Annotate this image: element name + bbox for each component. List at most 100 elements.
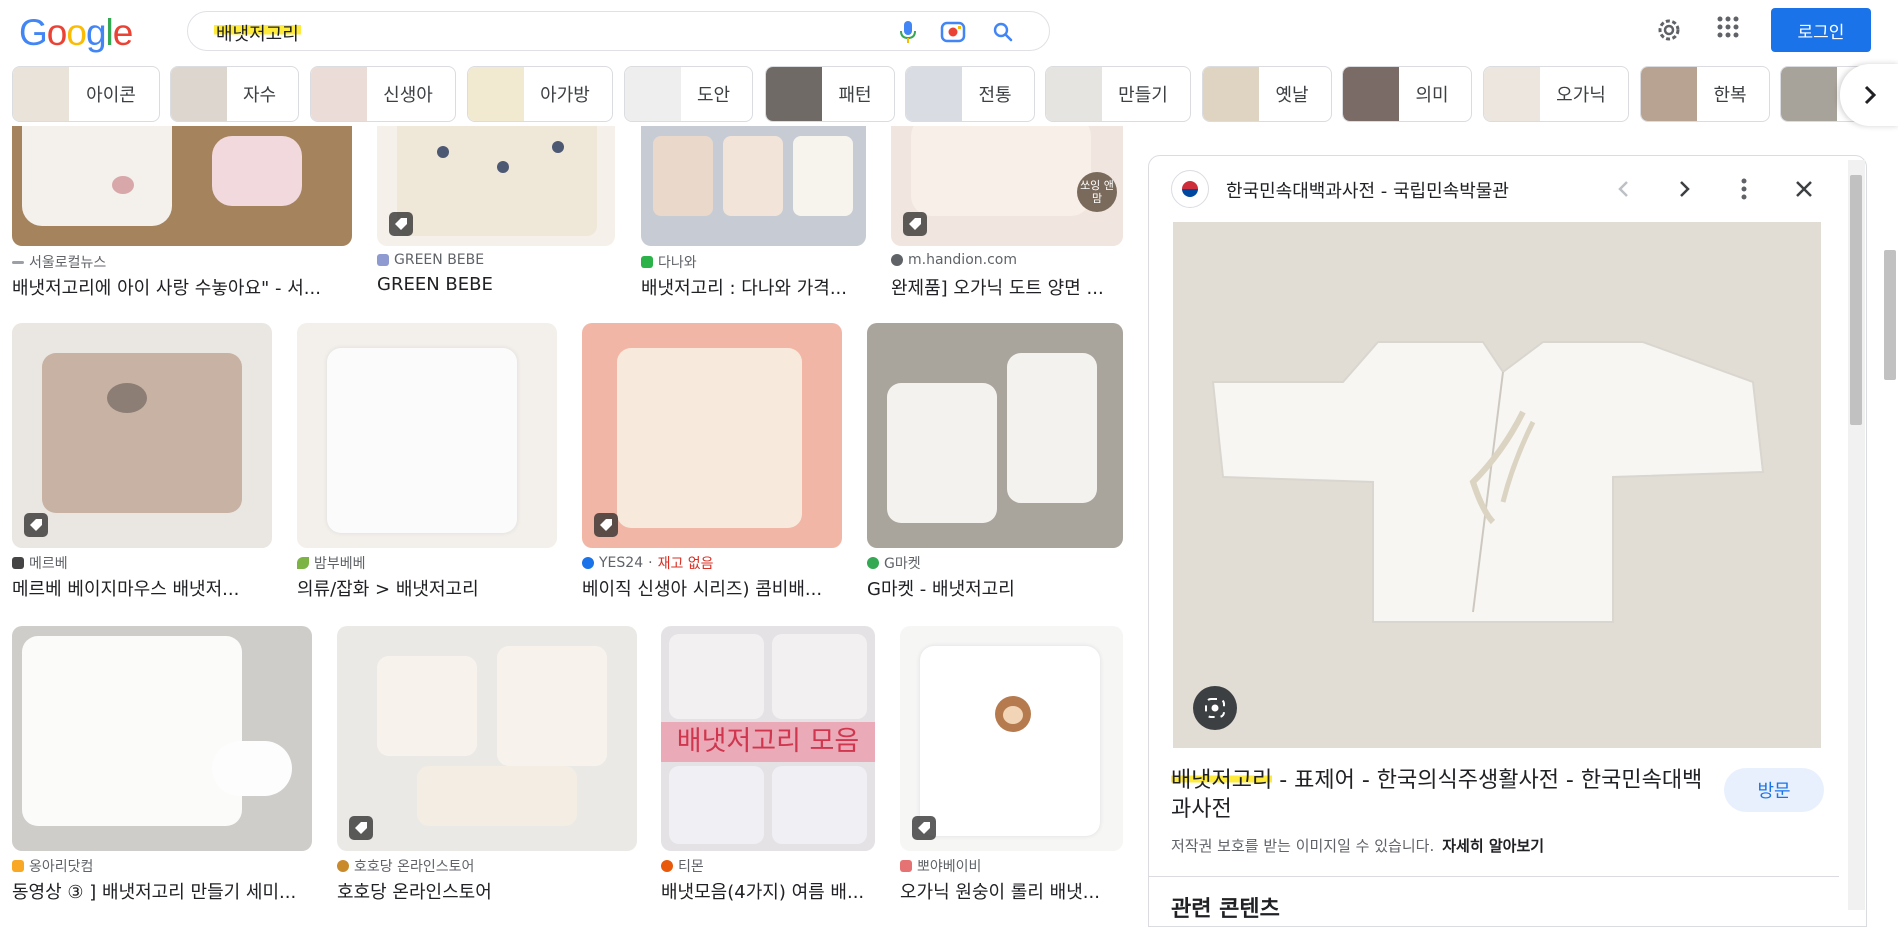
result-image[interactable] <box>12 126 352 246</box>
chip-thumbnail <box>1484 67 1540 121</box>
result-title[interactable]: 의류/잡화 > 배냇저고리 <box>297 575 557 601</box>
result-card[interactable]: 옹아리닷컴 동영상 ③ ] 배냇저고리 만들기 세미... <box>12 626 312 906</box>
result-card[interactable]: GREEN BEBE GREEN BEBE <box>377 126 615 316</box>
result-source[interactable]: m.handion.com <box>891 252 1017 268</box>
result-title[interactable]: 메르베 베이지마우스 배냇저... <box>12 575 272 601</box>
image-preview-panel: 한국민속대백과사전 - 국립민속박물관 배냇저고리 - 표제어 - 한국의식주생… <box>1148 155 1867 927</box>
login-button[interactable]: 로그인 <box>1771 8 1871 52</box>
result-title[interactable]: 배냇모음(4가지) 여름 배... <box>661 878 875 904</box>
result-title[interactable]: GREEN BEBE <box>377 274 615 295</box>
result-source[interactable]: 서울로컬뉴스 <box>12 252 106 272</box>
result-source[interactable]: YES24 · 재고 없음 <box>582 553 714 573</box>
preview-image[interactable] <box>1173 222 1821 748</box>
result-image[interactable] <box>12 323 272 548</box>
result-card[interactable]: 메르베 메르베 베이지마우스 배냇저... <box>12 323 272 603</box>
settings-gear-icon[interactable] <box>1654 15 1684 45</box>
result-card[interactable]: 밤부베베 의류/잡화 > 배냇저고리 <box>297 323 557 603</box>
result-card[interactable]: G마켓 G마켓 - 배냇저고리 <box>867 323 1123 603</box>
chip-icon[interactable]: 아이콘 <box>12 66 160 122</box>
chip-old-times[interactable]: 옛날 <box>1202 66 1332 122</box>
chip-thumbnail <box>906 67 962 121</box>
result-title[interactable]: 오가닉 원숭이 롤리 배냇... <box>900 878 1123 904</box>
previous-image-button[interactable] <box>1609 174 1639 204</box>
chip-label: 만들기 <box>1118 85 1168 106</box>
result-source[interactable]: 호호당 온라인스토어 <box>337 856 474 876</box>
site-logo-icon[interactable] <box>1171 170 1209 208</box>
result-title[interactable]: 베이직 신생아 시리즈) 콤비배... <box>582 575 842 601</box>
result-card[interactable]: 뽀야베이비 오가닉 원숭이 롤리 배냇... <box>900 626 1123 906</box>
chip-traditional[interactable]: 전통 <box>905 66 1035 122</box>
chip-organic[interactable]: 오가닉 <box>1483 66 1629 122</box>
chip-newborn[interactable]: 신생아 <box>310 66 456 122</box>
result-title[interactable]: 동영상 ③ ] 배냇저고리 만들기 세미... <box>12 878 312 904</box>
related-content-heading: 관련 콘텐츠 <box>1171 897 1280 922</box>
chip-thumbnail <box>468 67 524 121</box>
chip-making[interactable]: 만들기 <box>1045 66 1191 122</box>
close-icon[interactable] <box>1789 174 1819 204</box>
result-image[interactable] <box>867 323 1123 548</box>
result-source[interactable]: 메르베 <box>12 553 68 573</box>
result-title[interactable]: G마켓 - 배냇저고리 <box>867 575 1123 601</box>
preview-title[interactable]: 배냇저고리 - 표제어 - 한국의식주생활사전 - 한국민속대백과사전 <box>1171 766 1711 824</box>
chip-pattern-drawing[interactable]: 도안 <box>624 66 753 122</box>
result-image[interactable] <box>900 626 1123 851</box>
camera-search-icon[interactable] <box>938 17 968 47</box>
result-image[interactable] <box>377 126 615 246</box>
chip-meaning[interactable]: 의미 <box>1342 66 1472 122</box>
result-image[interactable] <box>337 626 637 851</box>
source-favicon <box>867 557 879 569</box>
chip-pattern[interactable]: 패턴 <box>765 66 895 122</box>
result-title[interactable]: 배냇저고리에 아이 사랑 수놓아요" - 서... <box>12 274 342 300</box>
baby-jacket-illustration <box>1211 341 1765 623</box>
google-lens-icon[interactable] <box>1193 686 1237 730</box>
result-image[interactable] <box>12 626 312 851</box>
result-source[interactable]: 다나와 <box>641 252 697 272</box>
image-results-grid: 서울로컬뉴스 배냇저고리에 아이 사랑 수놓아요" - 서... GREEN B… <box>0 126 1140 925</box>
result-source[interactable]: 옹아리닷컴 <box>12 856 93 876</box>
learn-more-link[interactable]: 자세히 알아보기 <box>1442 837 1544 855</box>
chip-label: 패턴 <box>838 85 872 106</box>
result-card[interactable]: 배냇저고리 모음 티몬 배냇모음(4가지) 여름 배... <box>661 626 875 906</box>
result-image[interactable] <box>641 126 866 246</box>
result-image[interactable] <box>297 323 557 548</box>
more-options-icon[interactable] <box>1729 174 1759 204</box>
result-title[interactable]: 배냇저고리 : 다나와 가격... <box>641 274 866 300</box>
result-card[interactable]: 서울로컬뉴스 배냇저고리에 아이 사랑 수놓아요" - 서... <box>12 126 352 316</box>
microphone-icon[interactable] <box>893 17 923 47</box>
chips-next-button[interactable] <box>1840 64 1898 126</box>
visit-button[interactable]: 방문 <box>1724 768 1824 812</box>
google-logo[interactable]: Google <box>19 12 133 54</box>
search-query[interactable]: 배냇저고리 <box>214 20 301 46</box>
next-image-button[interactable] <box>1669 174 1699 204</box>
copyright-notice: 저작권 보호를 받는 이미지일 수 있습니다. 자세히 알아보기 <box>1171 837 1545 855</box>
result-source[interactable]: G마켓 <box>867 553 921 573</box>
chip-hanbok[interactable]: 한복 <box>1640 66 1770 122</box>
result-title[interactable]: 호호당 온라인스토어 <box>337 878 637 904</box>
site-name[interactable]: 한국민속대백과사전 - 국립민속박물관 <box>1226 177 1509 203</box>
chip-embroidery[interactable]: 자수 <box>170 66 299 122</box>
result-image[interactable]: 쏘잉 앤맘 <box>891 126 1123 246</box>
result-image[interactable] <box>582 323 842 548</box>
price-tag-icon <box>389 212 413 236</box>
search-icon[interactable] <box>988 17 1018 47</box>
chip-label: 오가닉 <box>1556 85 1606 106</box>
chip-label: 신생아 <box>383 85 433 106</box>
chip-thumbnail <box>1046 67 1102 121</box>
result-card[interactable]: YES24 · 재고 없음 베이직 신생아 시리즈) 콤비배... <box>582 323 842 603</box>
result-title[interactable]: 완제품] 오가닉 도트 양면 ... <box>891 274 1123 300</box>
result-card[interactable]: 다나와 배냇저고리 : 다나와 가격... <box>641 126 866 316</box>
result-source[interactable]: GREEN BEBE <box>377 252 484 268</box>
panel-scrollbar-thumb[interactable] <box>1850 175 1862 425</box>
result-card[interactable]: 쏘잉 앤맘 m.handion.com 완제품] 오가닉 도트 양면 ... <box>891 126 1123 316</box>
result-image[interactable]: 배냇저고리 모음 <box>661 626 875 851</box>
search-input[interactable]: 배냇저고리 <box>187 11 1050 51</box>
price-tag-icon <box>903 212 927 236</box>
result-source[interactable]: 밤부베베 <box>297 553 366 573</box>
chip-thumbnail <box>1203 67 1259 121</box>
result-card[interactable]: 호호당 온라인스토어 호호당 온라인스토어 <box>337 626 637 906</box>
chip-agabang[interactable]: 아가방 <box>467 66 613 122</box>
page-scrollbar-thumb[interactable] <box>1884 250 1896 380</box>
apps-grid-icon[interactable] <box>1716 15 1746 45</box>
result-source[interactable]: 티몬 <box>661 856 704 876</box>
result-source[interactable]: 뽀야베이비 <box>900 856 981 876</box>
